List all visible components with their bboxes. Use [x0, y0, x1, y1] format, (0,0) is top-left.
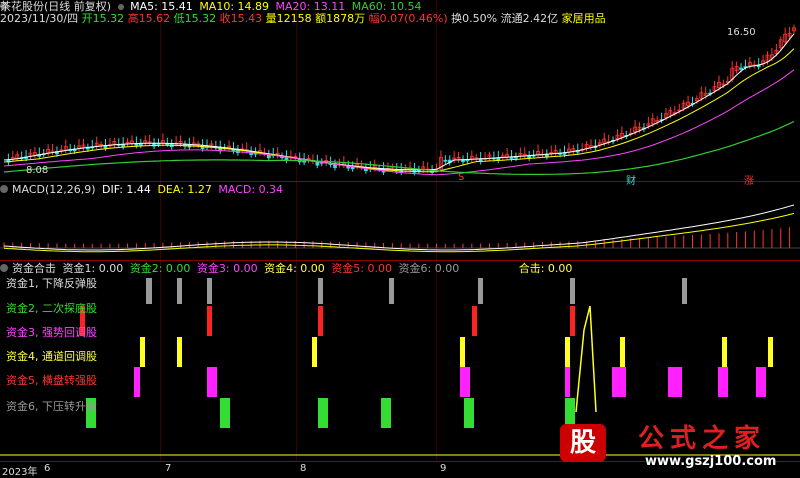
signal-block — [464, 398, 474, 428]
signal-block — [312, 337, 317, 367]
macd-settings-icon[interactable] — [0, 185, 8, 193]
quote-high: 高15.62 — [127, 12, 171, 25]
signal-block — [140, 337, 145, 367]
macd-header: MACD(12,26,9) DIF: 1.44 DEA: 1.27 MACD: … — [12, 184, 283, 196]
ma20-line — [3, 69, 795, 176]
signal-block — [682, 278, 687, 304]
quote-change: 幅0.07(0.46%) — [368, 12, 448, 25]
candle-body — [739, 67, 743, 70]
row-label-fund5: 资金5, 横盘转强股 — [6, 374, 97, 387]
ma10-line — [3, 48, 795, 173]
signal-block — [570, 306, 575, 336]
fund4-value: 资金4: 0.00 — [264, 262, 325, 275]
fund6-value: 资金6: 0.00 — [398, 262, 460, 275]
signal-block — [207, 306, 212, 336]
signal-block — [318, 306, 323, 336]
event-mark-rise[interactable]: 涨 — [744, 172, 754, 187]
row-label-fund1: 资金1, 下降反弹股 — [6, 277, 97, 290]
axis-month-6: 6 — [44, 463, 51, 474]
signal-block — [381, 398, 391, 428]
dea-line — [3, 212, 795, 253]
signal-block — [460, 337, 465, 367]
signal-block — [722, 337, 727, 367]
row-label-fund2: 资金2, 二次探底股 — [6, 302, 97, 315]
axis-month-8: 8 — [300, 463, 307, 474]
indicator-title: 资金合击 — [12, 262, 56, 275]
signal-block — [318, 398, 328, 428]
signal-block — [565, 367, 570, 397]
event-mark-s[interactable]: S — [458, 172, 464, 183]
dropdown-icon[interactable] — [117, 4, 124, 10]
signal-block — [177, 278, 182, 304]
macd-dif: DIF: 1.44 — [102, 183, 151, 196]
axis-month-7: 7 — [165, 463, 172, 474]
signal-block — [612, 367, 626, 397]
quote-amount: 额1878万 — [315, 12, 366, 25]
macd-value: MACD: 0.34 — [218, 183, 284, 196]
row-label-fund6: 资金6, 下压转升股 — [6, 400, 97, 413]
signal-block — [460, 367, 470, 397]
fund2-value: 资金2: 0.00 — [129, 262, 191, 275]
quote-date: 2023/11/30/四 — [0, 12, 79, 25]
indicator-header: 资金合击 资金1: 0.00 资金2: 0.00 资金3: 0.00 资金4: … — [12, 263, 572, 275]
quote-volume: 量12158 — [265, 12, 312, 25]
signal-block — [565, 337, 570, 367]
candle-body — [443, 159, 448, 162]
combined-value: 合击: 0.00 — [518, 262, 573, 275]
signal-block — [668, 367, 682, 397]
quote-close: 收15.43 — [219, 12, 263, 25]
high-price-mark: 16.50 — [727, 27, 756, 38]
ma5-line — [3, 33, 795, 171]
dif-line — [3, 204, 795, 251]
signal-block — [318, 278, 323, 304]
quote-open: 开15.32 — [81, 12, 125, 25]
combined-spike-line — [575, 305, 597, 413]
signal-block — [570, 278, 575, 304]
signal-block — [134, 367, 140, 397]
signal-block — [207, 278, 212, 304]
signal-block — [207, 367, 217, 397]
row-label-fund3: 资金3, 强势回调股 — [6, 326, 97, 339]
signal-block — [768, 337, 773, 367]
signal-block — [177, 337, 182, 367]
signal-block — [756, 367, 766, 397]
quote-low: 低15.32 — [173, 12, 217, 25]
watermark-url: www.gszj100.com — [645, 454, 777, 469]
row-label-fund4: 资金4, 通道回调股 — [6, 350, 97, 363]
signal-block — [620, 337, 625, 367]
quote-industry: 家居用品 — [561, 12, 606, 25]
watermark-brand: 公式之家 — [638, 424, 767, 454]
macd-title: MACD(12,26,9) — [12, 183, 96, 196]
quote-turnover: 换0.50% — [451, 12, 498, 25]
fund3-value: 资金3: 0.00 — [196, 262, 258, 275]
indicator-settings-icon[interactable] — [0, 264, 8, 272]
macd-dea: DEA: 1.27 — [157, 183, 212, 196]
quote-float: 流通2.42亿 — [500, 12, 559, 25]
quote-line: 2023/11/30/四 开15.32 高15.62 低15.32 收15.43… — [0, 13, 606, 25]
signal-block — [389, 278, 394, 304]
fund1-value: 资金1: 0.00 — [62, 262, 124, 275]
signal-block — [718, 367, 728, 397]
axis-year: 2023年 — [2, 467, 38, 478]
signal-block — [478, 278, 483, 304]
price-chart[interactable] — [0, 0, 800, 475]
signal-block — [146, 278, 152, 304]
event-mark-report[interactable]: 财 — [626, 172, 636, 187]
fund5-value: 资金5: 0.00 — [331, 262, 393, 275]
axis-month-9: 9 — [440, 463, 447, 474]
watermark-logo-icon: 股 — [560, 424, 606, 462]
low-price-mark: 8.08 — [26, 165, 49, 176]
signal-block — [220, 398, 230, 428]
signal-block — [472, 306, 477, 336]
ma60-line — [3, 120, 795, 175]
